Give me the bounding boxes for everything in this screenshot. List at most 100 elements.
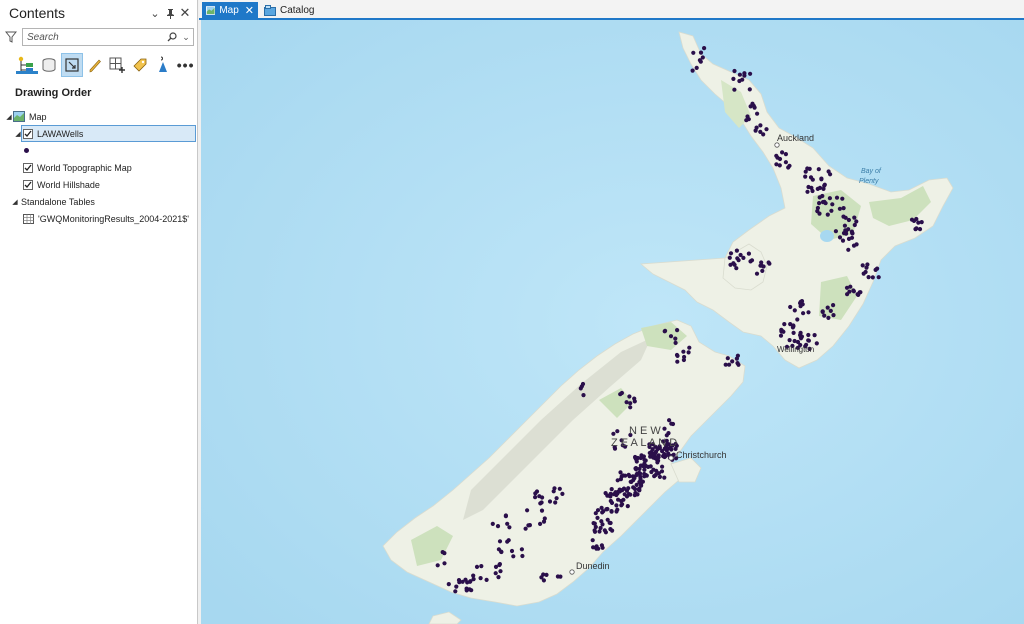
well-point[interactable] <box>850 231 855 236</box>
well-point[interactable] <box>825 212 830 217</box>
well-point[interactable] <box>798 330 803 335</box>
well-point[interactable] <box>687 345 692 350</box>
well-point[interactable] <box>775 155 780 160</box>
well-point[interactable] <box>780 150 785 155</box>
well-point[interactable] <box>758 263 763 268</box>
well-point[interactable] <box>728 251 734 256</box>
well-point[interactable] <box>788 304 793 310</box>
tree-row-standalone-tables[interactable]: ◢ Standalone Tables <box>0 193 197 210</box>
well-point[interactable] <box>608 520 613 526</box>
close-icon[interactable]: ✕ <box>178 5 192 20</box>
well-point[interactable] <box>581 393 586 398</box>
well-point[interactable] <box>551 489 556 494</box>
well-point[interactable] <box>747 87 752 92</box>
well-point[interactable] <box>557 486 562 491</box>
tree-row-lawawells[interactable]: ◢ LAWAWells <box>15 125 196 142</box>
collapse-triangle-icon[interactable]: ◢ <box>11 198 19 206</box>
well-point[interactable] <box>831 303 836 308</box>
tree-row-map[interactable]: ◢ Map <box>0 108 197 125</box>
well-point[interactable] <box>663 328 668 333</box>
well-point[interactable] <box>453 589 458 594</box>
well-point[interactable] <box>505 521 510 526</box>
well-point[interactable] <box>464 588 469 593</box>
well-point[interactable] <box>673 340 678 345</box>
well-point[interactable] <box>732 68 737 74</box>
well-point[interactable] <box>809 185 814 190</box>
well-point[interactable] <box>748 259 753 264</box>
well-point[interactable] <box>841 206 846 211</box>
well-point[interactable] <box>525 508 530 513</box>
well-point[interactable] <box>805 189 810 194</box>
well-point[interactable] <box>541 572 546 577</box>
well-point[interactable] <box>609 509 614 514</box>
well-point[interactable] <box>798 336 804 341</box>
well-point[interactable] <box>787 338 792 343</box>
pin-icon[interactable] <box>163 6 177 20</box>
well-point[interactable] <box>852 215 857 220</box>
tree-row-world-topographic-map[interactable]: World Topographic Map <box>0 159 197 176</box>
well-point[interactable] <box>817 201 822 206</box>
well-point[interactable] <box>640 454 645 460</box>
collapse-triangle-icon[interactable]: ◢ <box>14 130 22 138</box>
well-point[interactable] <box>782 322 787 327</box>
well-point[interactable] <box>541 578 546 583</box>
well-point[interactable] <box>619 390 624 396</box>
well-point[interactable] <box>615 429 620 434</box>
close-icon[interactable]: ✕ <box>245 4 254 17</box>
well-point[interactable] <box>507 525 512 530</box>
well-point[interactable] <box>738 252 743 258</box>
well-point[interactable] <box>728 262 733 267</box>
well-point[interactable] <box>734 248 740 253</box>
well-point[interactable] <box>675 353 680 358</box>
well-point[interactable] <box>490 521 495 526</box>
well-point[interactable] <box>764 127 769 132</box>
well-point[interactable] <box>846 217 852 223</box>
well-point[interactable] <box>608 498 613 504</box>
well-point[interactable] <box>533 491 538 496</box>
well-point[interactable] <box>815 205 821 211</box>
well-point[interactable] <box>484 577 489 583</box>
well-point[interactable] <box>742 73 747 78</box>
well-point[interactable] <box>810 177 815 182</box>
well-point[interactable] <box>603 491 608 496</box>
well-point[interactable] <box>493 571 498 576</box>
well-point[interactable] <box>538 521 543 526</box>
well-point[interactable] <box>798 299 803 304</box>
well-point[interactable] <box>734 266 739 271</box>
well-point[interactable] <box>752 105 757 110</box>
well-point[interactable] <box>656 471 661 476</box>
well-point[interactable] <box>654 455 659 460</box>
well-point[interactable] <box>727 255 732 260</box>
well-point[interactable] <box>628 479 633 484</box>
well-point[interactable] <box>754 271 760 276</box>
well-point[interactable] <box>608 527 613 532</box>
well-point[interactable] <box>454 584 459 589</box>
well-point[interactable] <box>686 350 691 355</box>
well-point[interactable] <box>628 405 633 410</box>
well-point[interactable] <box>758 129 763 134</box>
well-point[interactable] <box>605 517 610 522</box>
well-point[interactable] <box>624 494 630 499</box>
well-point[interactable] <box>632 396 637 401</box>
list-by-perspective-icon[interactable] <box>152 53 175 77</box>
well-point[interactable] <box>499 549 504 555</box>
well-point[interactable] <box>812 333 817 338</box>
layer-visibility-checkbox[interactable] <box>23 128 33 139</box>
well-point[interactable] <box>837 235 843 240</box>
well-point[interactable] <box>642 467 647 472</box>
well-point[interactable] <box>540 495 545 500</box>
well-point[interactable] <box>623 473 628 478</box>
well-point[interactable] <box>846 236 852 241</box>
well-point[interactable] <box>806 310 811 315</box>
well-point[interactable] <box>446 582 451 587</box>
well-point[interactable] <box>615 507 620 512</box>
well-point[interactable] <box>911 218 917 223</box>
well-point[interactable] <box>511 554 516 559</box>
well-point[interactable] <box>636 487 641 492</box>
well-point[interactable] <box>806 338 811 343</box>
well-point[interactable] <box>662 426 667 431</box>
well-point[interactable] <box>592 528 597 533</box>
well-point[interactable] <box>822 182 827 187</box>
well-point[interactable] <box>865 262 870 267</box>
well-point[interactable] <box>668 334 674 339</box>
